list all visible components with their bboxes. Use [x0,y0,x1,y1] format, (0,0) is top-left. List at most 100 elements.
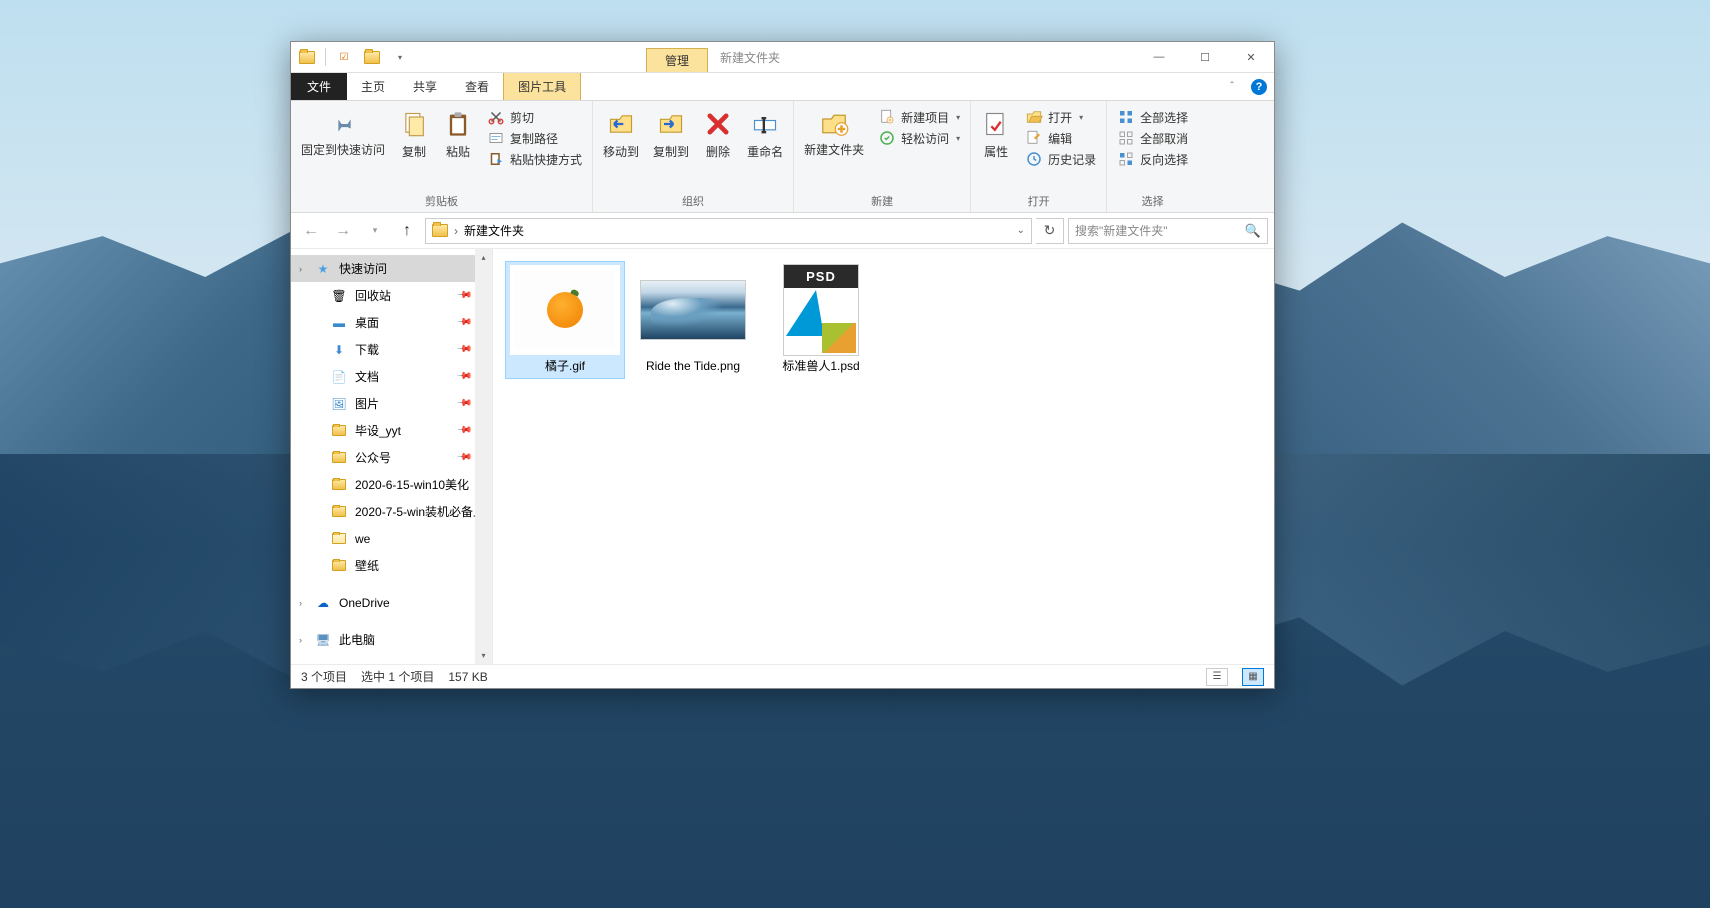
copy-to-button[interactable]: 复制到 [647,105,695,162]
maximize-button[interactable]: ☐ [1182,42,1228,72]
new-folder-button[interactable]: 新建文件夹 [798,105,870,159]
select-none-icon [1117,129,1135,147]
new-item-button[interactable]: 新建项目▾ [876,107,962,127]
sidebar-item-folder[interactable]: 2020-7-5-win装机必备上 [291,498,492,525]
tab-picture-tools[interactable]: 图片工具 [503,73,581,100]
file-thumbnail [510,265,620,355]
qat-folder-icon[interactable] [295,46,319,68]
paste-label: 粘贴 [446,143,470,160]
new-item-icon [878,108,896,126]
picture-icon: 🖼 [331,396,347,412]
context-tab-manage[interactable]: 管理 [646,48,708,72]
sidebar-item-documents[interactable]: 📄文档📌 [291,363,492,390]
ribbon-collapse-button[interactable]: ˆ [1220,73,1244,100]
address-dropdown-icon[interactable]: ⌄ [1017,225,1025,236]
refresh-button[interactable]: ↻ [1036,218,1064,244]
properties-button[interactable]: 属性 [975,105,1017,162]
nav-recent-dropdown[interactable]: ▾ [361,217,389,245]
rename-button[interactable]: 重命名 [741,105,789,162]
qat-newfolder-icon[interactable] [360,46,384,68]
pin-icon [330,107,356,141]
copy-icon [400,107,428,141]
sidebar-item-desktop[interactable]: ▬桌面📌 [291,309,492,336]
edit-icon [1025,129,1043,147]
paste-shortcut-button[interactable]: 粘贴快捷方式 [485,149,584,169]
sidebar-quick-access[interactable]: › ★ 快速访问 [291,255,492,282]
pc-icon: 🖥 [315,632,331,648]
open-icon [1025,108,1043,126]
file-list[interactable]: 橘子.gif Ride the Tide.png PSD 标准兽人1.psd [493,249,1274,664]
navigation-pane[interactable]: › ★ 快速访问 🗑回收站📌 ▬桌面📌 ⬇下载📌 📄文档📌 🖼图片📌 毕设_yy… [291,249,493,664]
cut-button[interactable]: 剪切 [485,107,584,127]
select-group-label: 选择 [1111,192,1194,212]
new-folder-icon [819,107,849,141]
scroll-up-button[interactable]: ▴ [475,249,492,266]
open-button[interactable]: 打开▾ [1023,107,1098,127]
tab-home[interactable]: 主页 [347,73,399,100]
scroll-down-button[interactable]: ▾ [475,647,492,664]
sidebar-item-folder[interactable]: 壁纸 [291,552,492,579]
quick-access-toolbar: ☑ ▾ [291,42,416,72]
status-item-count: 3 个项目 [301,668,347,685]
sidebar-item-recycle[interactable]: 🗑回收站📌 [291,282,492,309]
select-none-button[interactable]: 全部取消 [1115,128,1190,148]
address-segment[interactable]: 新建文件夹 [464,222,524,239]
qat-customize-dropdown[interactable]: ▾ [388,46,412,68]
folder-icon [331,531,347,547]
invert-selection-button[interactable]: 反向选择 [1115,149,1190,169]
status-selection-count: 选中 1 个项目 [361,668,434,685]
search-input[interactable]: 搜索"新建文件夹" 🔍 [1068,218,1268,244]
copy-label: 复制 [402,143,426,160]
copy-path-icon [487,129,505,147]
minimize-button[interactable]: ― [1136,42,1182,72]
address-bar[interactable]: › 新建文件夹 ⌄ [425,218,1032,244]
sidebar-item-pictures[interactable]: 🖼图片📌 [291,390,492,417]
pin-to-quick-access-button[interactable]: 固定到快速访问 [295,105,391,159]
qat-properties-icon[interactable]: ☑ [332,46,356,68]
history-icon [1025,150,1043,168]
open-group-label: 打开 [975,192,1102,212]
close-button[interactable]: ✕ [1228,42,1274,72]
sidebar-item-downloads[interactable]: ⬇下载📌 [291,336,492,363]
view-details-button[interactable]: ☰ [1206,668,1228,686]
sidebar-scrollbar[interactable]: ▴ ▾ [475,249,492,664]
chevron-right-icon: › [299,264,302,274]
window-title: 新建文件夹 [708,42,1136,72]
nav-up-button[interactable]: ↑ [393,217,421,245]
nav-back-button[interactable]: ← [297,217,325,245]
tab-view[interactable]: 查看 [451,73,503,100]
paste-button[interactable]: 粘贴 [437,105,479,162]
body: › ★ 快速访问 🗑回收站📌 ▬桌面📌 ⬇下载📌 📄文档📌 🖼图片📌 毕设_yy… [291,249,1274,664]
copy-button[interactable]: 复制 [393,105,435,162]
ribbon: 固定到快速访问 复制 粘贴 剪切 复制路径 粘贴快捷方式 剪贴板 [291,101,1274,213]
view-thumbnails-button[interactable]: ▦ [1242,668,1264,686]
help-button[interactable]: ? [1244,73,1274,100]
history-button[interactable]: 历史记录 [1023,149,1098,169]
copy-to-icon [657,107,685,141]
sidebar-item-folder[interactable]: 毕设_yyt📌 [291,417,492,444]
sidebar-onedrive[interactable]: ›☁OneDrive [291,589,492,616]
sidebar-item-folder[interactable]: 公众号📌 [291,444,492,471]
sidebar-item-folder[interactable]: we [291,525,492,552]
psd-badge: PSD [784,265,858,288]
ribbon-group-open: 属性 打开▾ 编辑 历史记录 打开 [971,101,1107,212]
delete-button[interactable]: 删除 [697,105,739,162]
folder-icon [331,504,347,520]
easy-access-button[interactable]: 轻松访问▾ [876,128,962,148]
download-icon: ⬇ [331,342,347,358]
recycle-bin-icon: 🗑 [331,288,347,304]
nav-forward-button[interactable]: → [329,217,357,245]
select-all-button[interactable]: 全部选择 [1115,107,1190,127]
file-menu[interactable]: 文件 [291,73,347,100]
move-to-button[interactable]: 移动到 [597,105,645,162]
copy-path-button[interactable]: 复制路径 [485,128,584,148]
invert-selection-icon [1117,150,1135,168]
sidebar-item-folder[interactable]: 2020-6-15-win10美化 [291,471,492,498]
sidebar-this-pc[interactable]: ›🖥此电脑 [291,626,492,653]
file-item[interactable]: Ride the Tide.png [633,261,753,379]
file-item[interactable]: 橘子.gif [505,261,625,379]
edit-button[interactable]: 编辑 [1023,128,1098,148]
file-item[interactable]: PSD 标准兽人1.psd [761,261,881,379]
tab-share[interactable]: 共享 [399,73,451,100]
search-icon: 🔍 [1245,223,1261,239]
